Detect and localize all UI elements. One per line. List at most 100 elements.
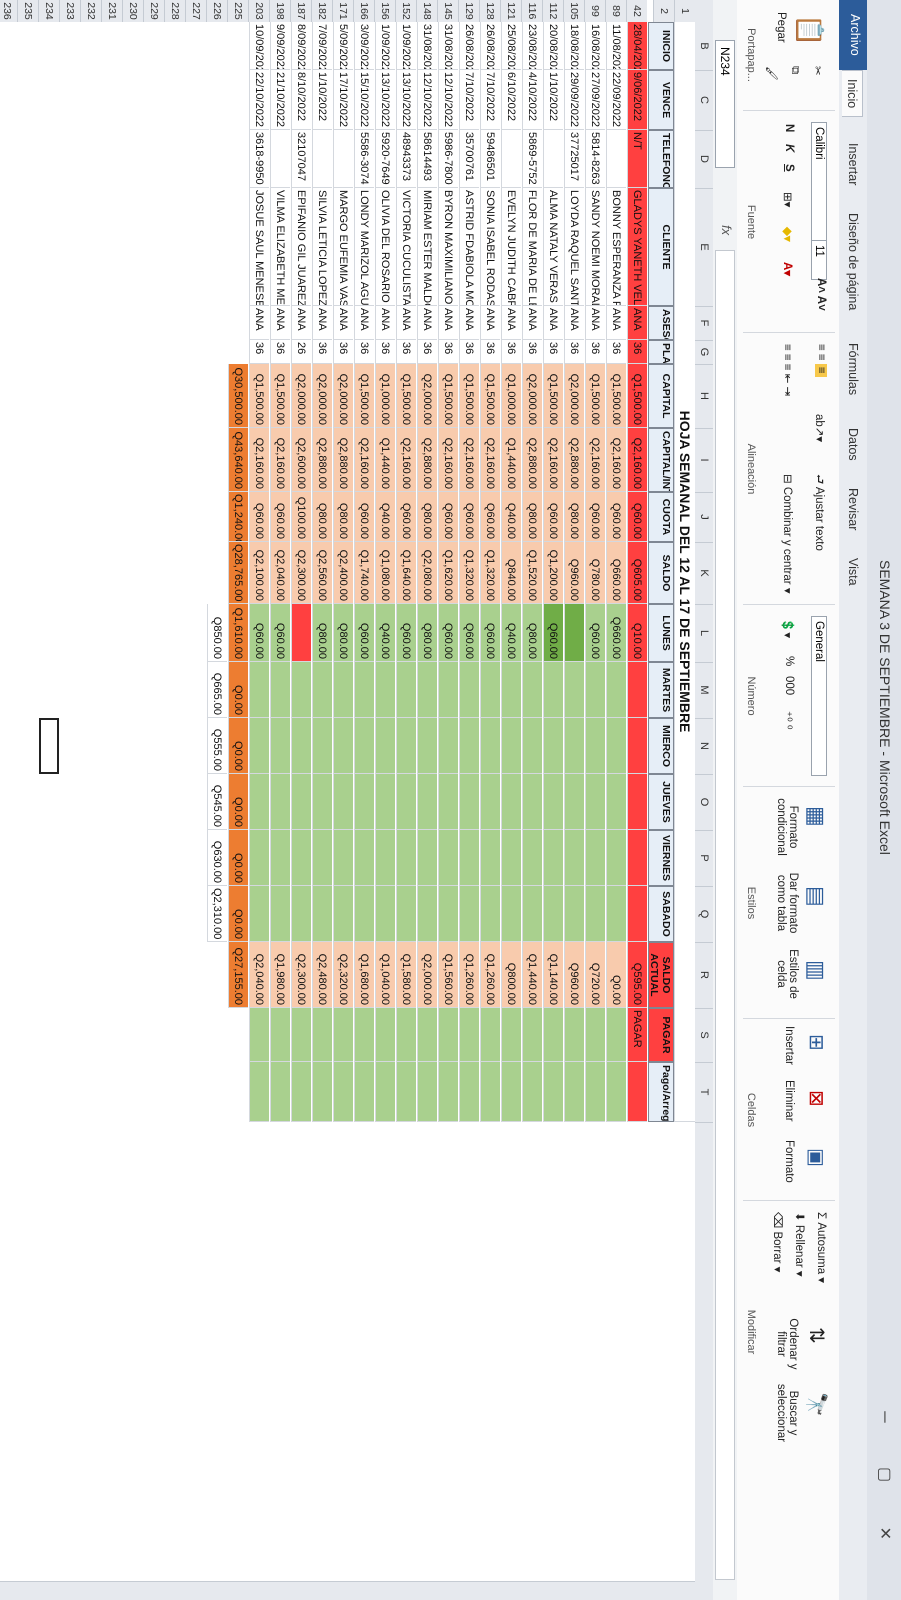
table-cell[interactable]: 25/08/2022 — [501, 22, 521, 70]
table-cell[interactable]: 22/10/2022 — [249, 70, 269, 130]
table-cell[interactable] — [312, 774, 332, 830]
column-header-Q[interactable]: Q — [695, 886, 713, 943]
table-cell[interactable]: Q80.00 — [312, 492, 332, 542]
table-cell[interactable]: Q2,160.00 — [396, 428, 416, 492]
table-cell[interactable]: 5/09/2022 — [333, 22, 353, 70]
table-cell[interactable]: 36 — [438, 340, 458, 364]
tab-formulas[interactable]: Fórmulas — [843, 335, 863, 403]
table-cell[interactable]: 13/10/2022 — [396, 70, 416, 130]
table-cell[interactable] — [291, 774, 311, 830]
column-header-K[interactable]: K — [695, 542, 713, 605]
table-cell[interactable]: Q1,620.00 — [438, 542, 458, 604]
table-cell[interactable]: Q40.00 — [501, 604, 521, 662]
table-cell[interactable] — [543, 718, 563, 774]
table-cell[interactable]: 59486501 — [480, 130, 500, 188]
table-cell[interactable] — [522, 1062, 542, 1122]
table-cell[interactable]: Q2,000.00 — [417, 942, 437, 1008]
table-cell[interactable]: Q80.00 — [564, 492, 584, 542]
table-cell[interactable] — [585, 1008, 605, 1062]
table-cell[interactable] — [606, 886, 626, 942]
table-cell[interactable] — [480, 1008, 500, 1062]
table-cell[interactable]: Q60.00 — [438, 492, 458, 542]
table-cell[interactable]: SONIA ISABEL RODAS — [480, 188, 500, 306]
table-cell[interactable]: Q960.00 — [564, 942, 584, 1008]
table-cell[interactable] — [627, 718, 647, 774]
total-cell[interactable]: Q1,240.00 — [228, 492, 248, 542]
table-cell[interactable] — [543, 1008, 563, 1062]
table-cell[interactable]: SANDY NOEMI MORALES — [585, 188, 605, 306]
table-cell[interactable] — [522, 830, 542, 886]
table-cell[interactable] — [270, 662, 290, 718]
table-cell[interactable]: 36 — [585, 340, 605, 364]
table-cell[interactable] — [585, 886, 605, 942]
table-cell[interactable] — [249, 774, 269, 830]
table-cell[interactable]: 5986-7800 — [438, 130, 458, 188]
table-cell[interactable] — [375, 774, 395, 830]
table-cell[interactable] — [543, 774, 563, 830]
sort-filter-icon[interactable]: ⇅ — [804, 1327, 829, 1344]
table-cell[interactable]: BONNY ESPERANZA RIOS — [606, 188, 626, 306]
row-header[interactable]: 171 — [332, 0, 353, 22]
table-cell[interactable]: ANA — [333, 306, 353, 340]
table-cell[interactable]: Q1,440.00 — [501, 428, 521, 492]
table-cell[interactable] — [396, 774, 416, 830]
tab-insertar[interactable]: Insertar — [843, 135, 863, 193]
table-cell[interactable]: 10/09/2022 — [249, 22, 269, 70]
header-cell[interactable]: MIERCO — [648, 718, 674, 774]
table-cell[interactable] — [270, 886, 290, 942]
table-cell[interactable]: Q40.00 — [375, 604, 395, 662]
tab-revisar[interactable]: Revisar — [843, 480, 863, 538]
table-cell[interactable]: Q40.00 — [375, 492, 395, 542]
row-header[interactable]: 228 — [164, 0, 185, 22]
table-cell[interactable]: 12/10/2022 — [417, 70, 437, 130]
table-cell[interactable] — [354, 662, 374, 718]
table-cell[interactable] — [312, 1062, 332, 1122]
table-cell[interactable] — [333, 774, 353, 830]
weekly-total-cell[interactable]: Q545.00 — [207, 774, 227, 830]
table-cell[interactable]: FLOR DE MARIA DE LEON — [522, 188, 542, 306]
table-cell[interactable]: LOYDA RAQUEL SANTAY — [564, 188, 584, 306]
table-cell[interactable]: 31/08/2022 — [417, 22, 437, 70]
table-cell[interactable]: Q1,500.00 — [396, 364, 416, 428]
table-cell[interactable] — [396, 1008, 416, 1062]
table-cell[interactable]: 48943373 — [396, 130, 416, 188]
table-cell[interactable]: ANA — [501, 306, 521, 340]
table-cell[interactable] — [249, 830, 269, 886]
table-cell[interactable]: 17/10/2022 — [333, 70, 353, 130]
table-cell[interactable] — [585, 774, 605, 830]
table-cell[interactable] — [606, 662, 626, 718]
table-cell[interactable]: Q960.00 — [564, 542, 584, 604]
row-header[interactable]: 121 — [500, 0, 521, 22]
table-cell[interactable]: ANA — [417, 306, 437, 340]
table-cell[interactable]: Q2,000.00 — [312, 364, 332, 428]
underline-button[interactable]: S — [783, 164, 795, 172]
table-cell[interactable]: Q1,500.00 — [354, 364, 374, 428]
table-cell[interactable]: Q2,880.00 — [333, 428, 353, 492]
table-cell[interactable] — [564, 886, 584, 942]
table-cell[interactable] — [312, 662, 332, 718]
column-header-P[interactable]: P — [695, 830, 713, 887]
table-cell[interactable] — [606, 830, 626, 886]
row-header[interactable]: 152 — [395, 0, 416, 22]
header-cell[interactable]: MARTES — [648, 662, 674, 718]
find-select-button[interactable]: Buscar y seleccionar — [775, 1378, 799, 1448]
grow-font-icon[interactable]: A˄ A˅ — [815, 278, 827, 311]
weekly-total-cell[interactable]: Q630.00 — [207, 830, 227, 886]
format-painter-icon[interactable]: 🖌 — [765, 66, 779, 81]
table-cell[interactable]: Q60.00 — [270, 604, 290, 662]
table-cell[interactable]: Q1,640.00 — [396, 542, 416, 604]
table-cell[interactable]: 29/09/2022 — [564, 70, 584, 130]
table-cell[interactable]: Q1,260.00 — [459, 942, 479, 1008]
table-cell[interactable]: Q60.00 — [249, 604, 269, 662]
table-cell[interactable]: Q1,740.00 — [354, 542, 374, 604]
column-header-F[interactable]: F — [695, 306, 713, 341]
table-cell[interactable]: 36 — [480, 340, 500, 364]
table-cell[interactable]: Q1,440.00 — [375, 428, 395, 492]
table-cell[interactable] — [249, 1062, 269, 1122]
fx-icon[interactable]: fx — [719, 225, 734, 235]
tab-datos[interactable]: Datos — [843, 420, 863, 469]
table-cell[interactable]: ANA — [249, 306, 269, 340]
table-cell[interactable]: 36 — [606, 340, 626, 364]
table-cell[interactable] — [522, 886, 542, 942]
table-cell[interactable] — [249, 662, 269, 718]
